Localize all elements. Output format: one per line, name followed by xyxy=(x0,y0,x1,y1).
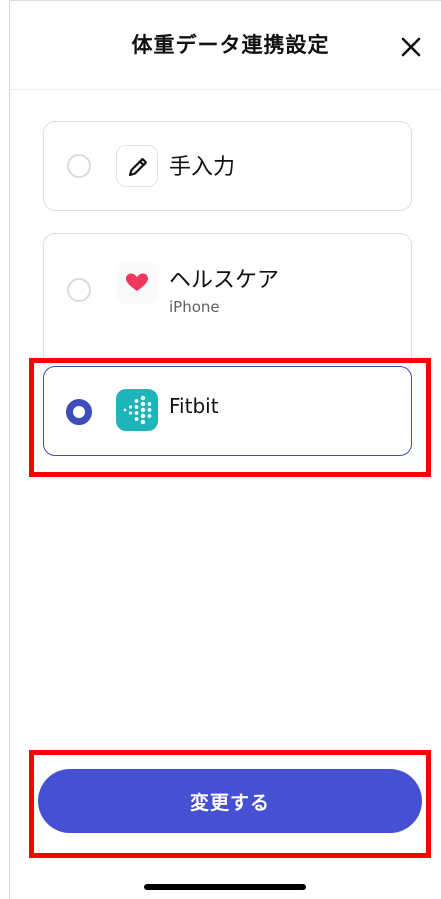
close-icon[interactable] xyxy=(398,34,424,60)
option-label: Fitbit xyxy=(169,394,219,418)
option-manual-input[interactable]: 手入力 xyxy=(43,121,412,211)
heart-icon xyxy=(116,262,158,304)
radio-manual-input[interactable] xyxy=(67,154,91,178)
radio-healthcare[interactable] xyxy=(67,278,91,302)
page-title: 体重データ連携設定 xyxy=(131,33,330,57)
option-label: ヘルスケア xyxy=(169,268,280,293)
option-fitbit[interactable]: Fitbit xyxy=(43,366,412,456)
radio-fitbit[interactable] xyxy=(66,399,92,425)
option-healthcare[interactable]: ヘルスケア iPhone xyxy=(43,233,412,372)
home-indicator xyxy=(144,884,306,890)
option-label: 手入力 xyxy=(169,155,236,180)
submit-button[interactable]: 変更する xyxy=(38,769,422,833)
pencil-icon xyxy=(116,145,158,187)
header: 体重データ連携設定 xyxy=(10,0,441,90)
fitbit-icon xyxy=(116,389,158,431)
left-divider xyxy=(9,0,10,899)
option-sublabel: iPhone xyxy=(169,298,220,316)
